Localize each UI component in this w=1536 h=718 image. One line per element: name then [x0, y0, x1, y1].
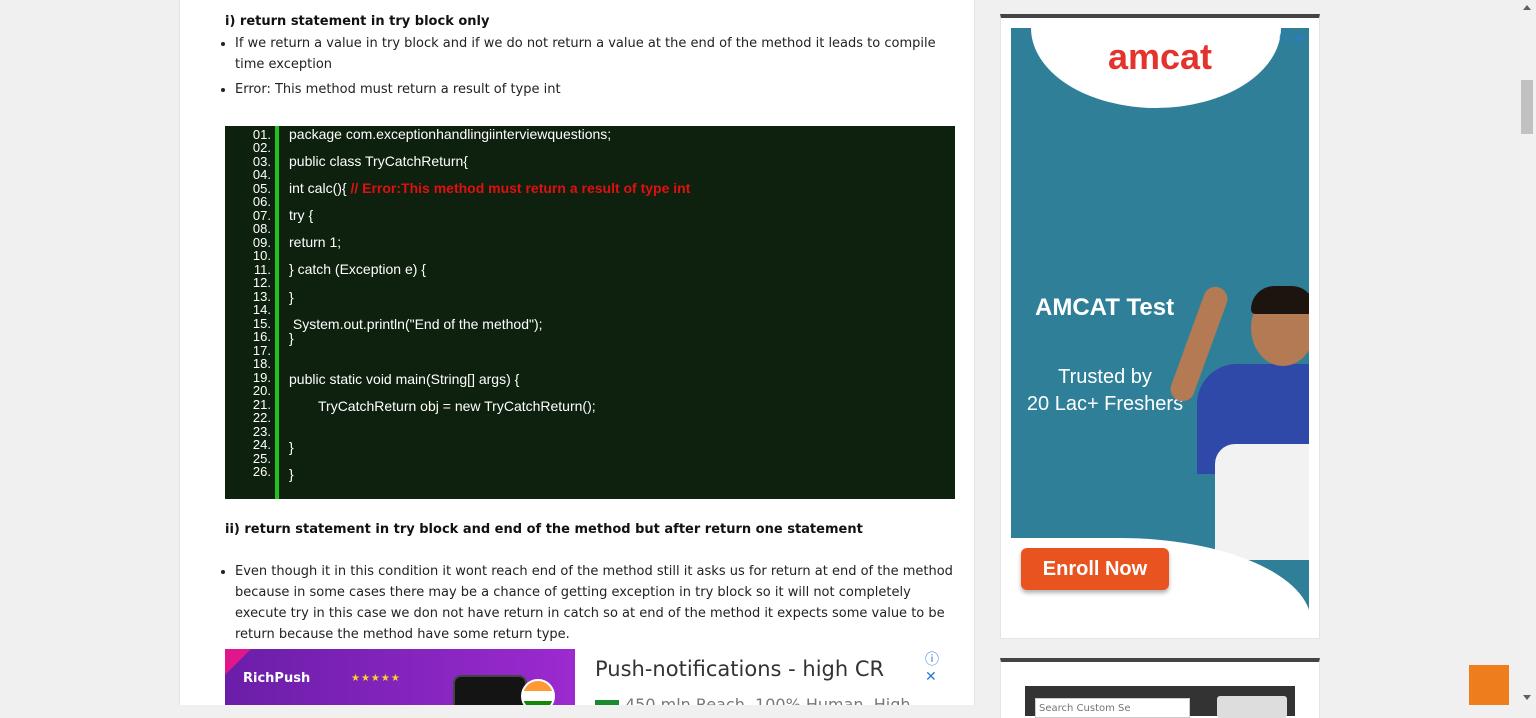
scroll-up-icon[interactable]	[1523, 5, 1531, 10]
ad-close-icon[interactable]: ⓘ ✕	[925, 649, 955, 685]
line-number: 22.	[252, 410, 271, 425]
code-line: public static void main(String[] args) {	[289, 371, 520, 387]
scrollbar[interactable]	[1519, 0, 1536, 705]
amcat-ad[interactable]: amcat ⓘ✕ AMCAT Test Trusted by 20 Lac+ F…	[1011, 28, 1309, 624]
line-number: 04.	[252, 167, 271, 182]
code-line: package com.exceptionhandlingiinterviewq…	[289, 126, 612, 142]
line-number: 24.	[252, 437, 271, 452]
code-line: return 1;	[289, 234, 342, 250]
code-line: }	[289, 330, 294, 346]
ad-subtitle-text: 450 mln Reach, 100% Human, High	[625, 695, 911, 705]
line-number: 16.	[252, 329, 271, 344]
search-box	[1025, 686, 1295, 718]
ad-title[interactable]: Push-notifications - high CR	[595, 657, 884, 681]
code-line: System.out.println("End of the method");	[289, 316, 543, 332]
amcat-logo: amcat	[1107, 36, 1213, 77]
code-line: public class TryCatchReturn{	[289, 153, 468, 169]
line-number: 18.	[252, 356, 271, 371]
line-number: 02.	[252, 140, 271, 155]
bullet-item: Even though it in this condition it wont…	[235, 561, 953, 645]
search-button[interactable]	[1217, 696, 1287, 718]
code-text: int calc(){	[289, 180, 351, 196]
sidebar-ad-widget: amcat ⓘ✕ AMCAT Test Trusted by 20 Lac+ F…	[1000, 14, 1320, 639]
line-number: 20.	[252, 383, 271, 398]
search-input[interactable]	[1035, 698, 1190, 718]
scrollbar-thumb[interactable]	[1521, 80, 1533, 134]
code-line: }	[289, 466, 294, 482]
enroll-now-button[interactable]: Enroll Now	[1021, 548, 1169, 590]
bullet-item: Error: This method must return a result …	[235, 79, 941, 100]
code-line: } catch (Exception e) {	[289, 261, 426, 277]
richpush-logo: RichPush	[243, 671, 311, 686]
section-heading-1: i) return statement in try block only	[225, 14, 490, 29]
bullet-list-2: Even though it in this condition it wont…	[218, 561, 953, 649]
code-line: TryCatchReturn obj = new TryCatchReturn(…	[318, 398, 596, 414]
line-number: 10.	[252, 248, 271, 263]
laptop-image	[1215, 444, 1309, 560]
line-number: 26.	[252, 464, 271, 479]
code-line: }	[289, 439, 294, 455]
ad-title: AMCAT Test	[1035, 294, 1175, 321]
line-number: 12.	[252, 275, 271, 290]
rating-stars-icon: ★★★★★	[351, 673, 401, 684]
push-notification-ad[interactable]: RichPush ★★★★★ Push-notifications - high…	[225, 649, 955, 705]
code-gutter: 01. 02. 03. 04. 05. 06. 07. 08. 09. 10. …	[225, 126, 279, 499]
code-line: try {	[289, 207, 314, 223]
bullet-item: If we return a value in try block and if…	[235, 33, 941, 75]
india-flag-icon	[521, 679, 555, 705]
line-number: 06.	[252, 194, 271, 209]
ad-subtitle: 450 mln Reach, 100% Human, High	[595, 695, 911, 705]
ad-banner-image[interactable]: RichPush ★★★★★	[225, 649, 575, 705]
bullet-list-1: If we return a value in try block and if…	[218, 33, 941, 104]
section-heading-2: ii) return statement in try block and en…	[225, 522, 863, 537]
line-number: 14.	[252, 302, 271, 317]
sidebar-search-widget	[1000, 658, 1320, 718]
phone-icon	[453, 675, 527, 705]
scroll-down-icon[interactable]	[1523, 695, 1531, 700]
green-badge-icon	[595, 700, 619, 705]
code-line: int calc(){ // Error:This method must re…	[289, 180, 690, 196]
line-number: 08.	[252, 221, 271, 236]
code-comment: // Error:This method must return a resul…	[350, 180, 691, 196]
code-block: 01. 02. 03. 04. 05. 06. 07. 08. 09. 10. …	[225, 126, 955, 499]
ad-tagline-line: 20 Lac+ Freshers	[1026, 393, 1184, 415]
article-content: i) return statement in try block only If…	[179, 0, 975, 705]
code-line: }	[289, 289, 294, 305]
person-hair-image	[1251, 286, 1309, 314]
back-to-top-button[interactable]	[1469, 665, 1509, 705]
ad-close-icon[interactable]: ⓘ✕	[1279, 28, 1305, 48]
